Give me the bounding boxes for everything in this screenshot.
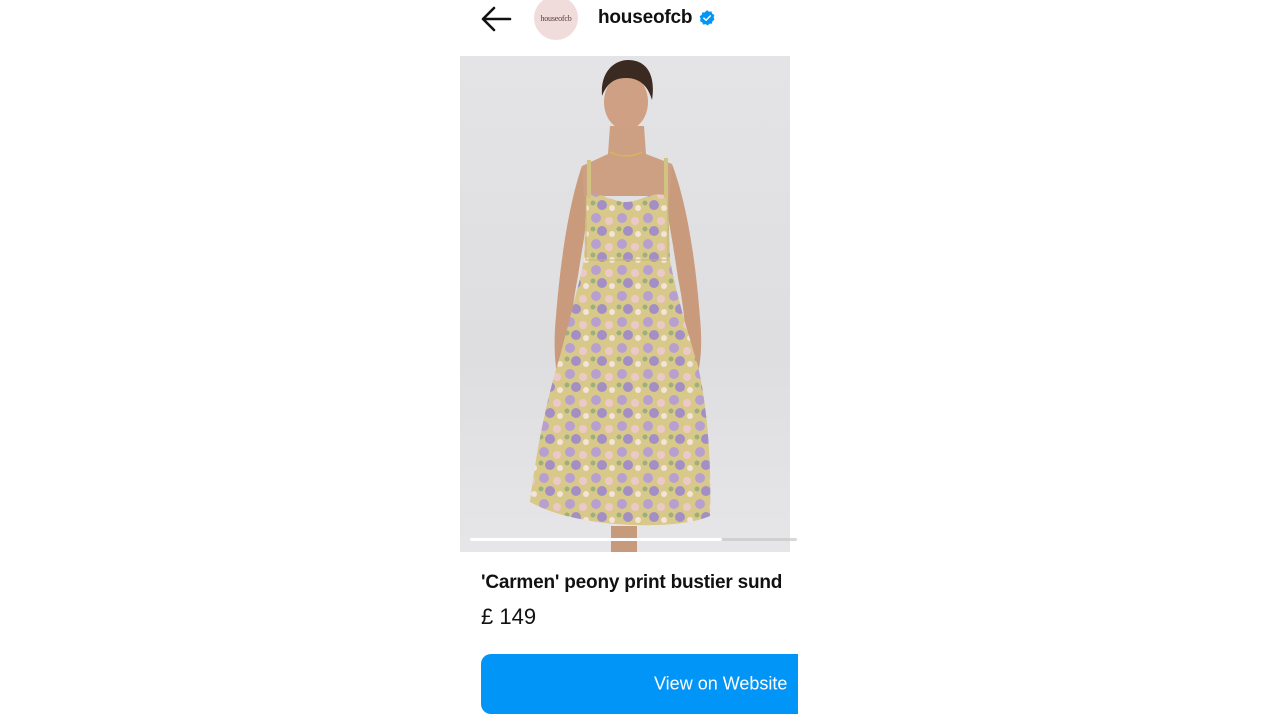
arrow-left-icon — [481, 6, 512, 32]
profile-link[interactable]: houseofcb — [598, 5, 716, 31]
product-price: £ 149 — [481, 604, 537, 629]
avatar[interactable]: houseofcb — [534, 0, 578, 40]
product-title: 'Carmen' peony print bustier sund — [481, 572, 783, 593]
image-progress-fill — [470, 538, 722, 541]
image-progress-track — [470, 538, 797, 541]
verified-badge-icon — [699, 10, 715, 26]
product-page: houseofcb houseofcb 'Carmen' peony print… — [460, 0, 798, 720]
product-photo[interactable] — [460, 56, 790, 552]
avatar-logo-text: houseofcb — [540, 13, 572, 23]
back-button[interactable] — [478, 4, 514, 34]
model-in-dress-illustration — [530, 60, 711, 552]
username[interactable]: houseofcb — [598, 7, 692, 29]
view-on-website-label: View on Website — [654, 673, 788, 694]
